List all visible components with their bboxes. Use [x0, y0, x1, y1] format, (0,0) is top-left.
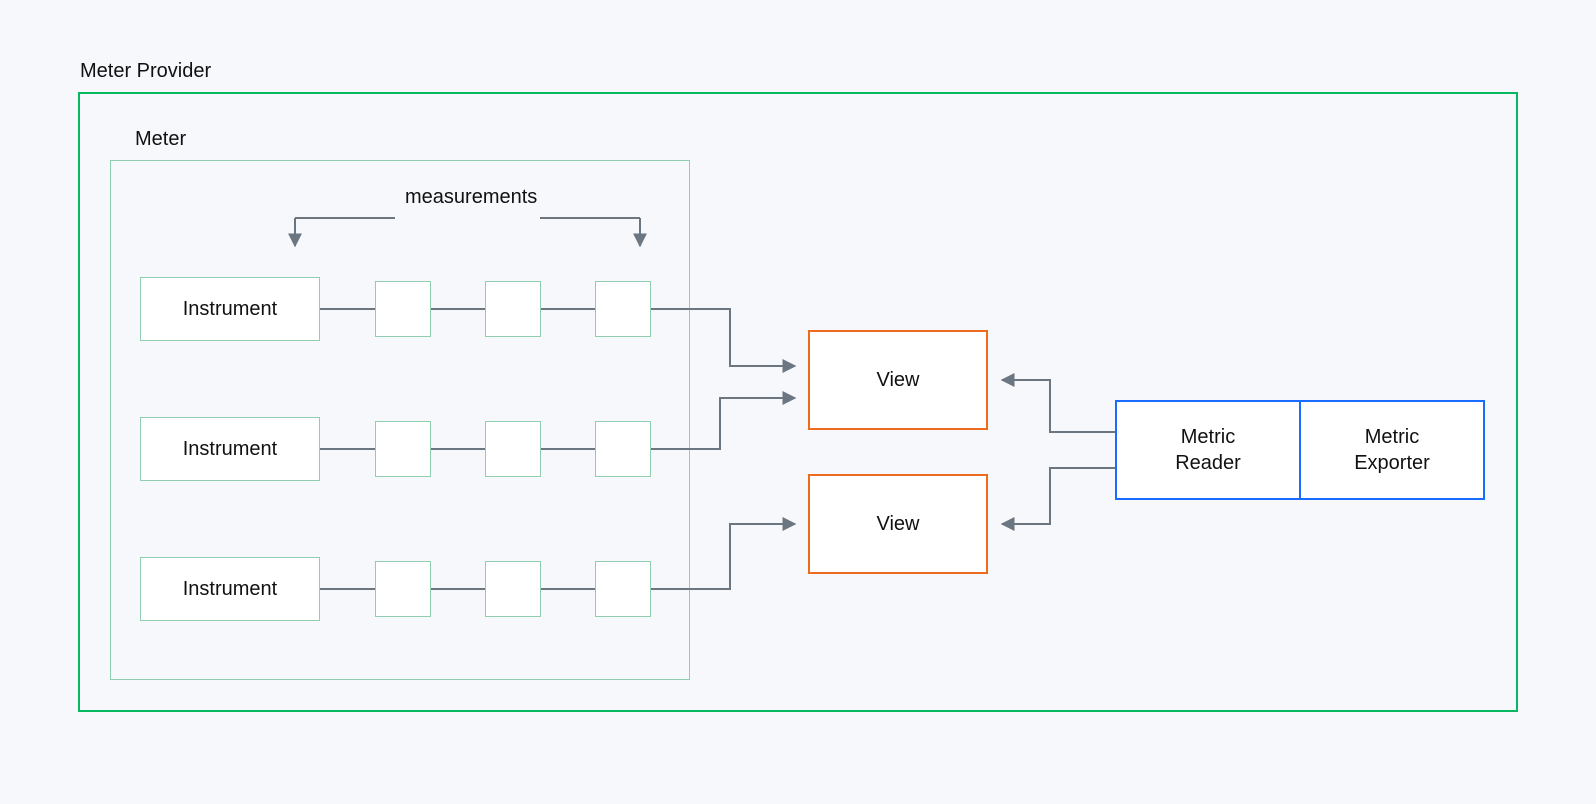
measurement-box [595, 421, 651, 477]
measurement-box [595, 281, 651, 337]
meter-provider-label: Meter Provider [80, 60, 211, 83]
instrument-box-1: Instrument [140, 277, 320, 341]
measurement-box [485, 421, 541, 477]
measurement-box [485, 561, 541, 617]
metric-reader-label: MetricReader [1117, 402, 1299, 498]
instrument-box-3: Instrument [140, 557, 320, 621]
view-box-2: View [808, 474, 988, 574]
reader-exporter-box: MetricReader MetricExporter [1115, 400, 1485, 500]
measurement-box [375, 421, 431, 477]
measurement-box [595, 561, 651, 617]
measurement-box [375, 281, 431, 337]
view-box-1: View [808, 330, 988, 430]
measurement-box [485, 281, 541, 337]
metric-exporter-label: MetricExporter [1301, 402, 1483, 498]
measurement-box [375, 561, 431, 617]
instrument-box-2: Instrument [140, 417, 320, 481]
diagram-canvas: Meter Provider Meter measurements Instru… [0, 0, 1596, 804]
